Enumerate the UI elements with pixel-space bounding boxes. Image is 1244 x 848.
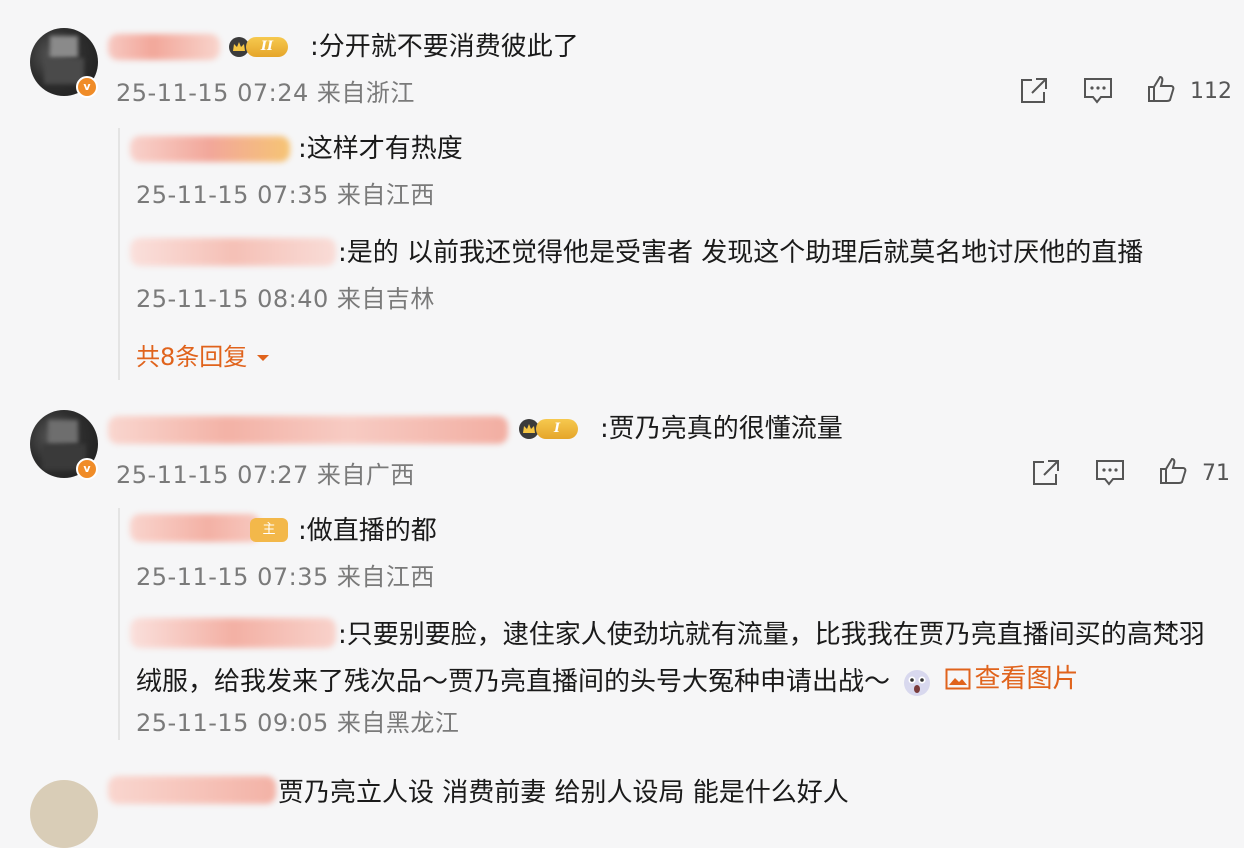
comment-text: :贾乃亮真的很懂流量 [600,414,843,444]
username-blurred[interactable] [108,416,508,444]
avatar[interactable] [30,780,98,848]
emoji-icon [904,669,931,696]
reply-text: :是的 以前我还觉得他是受害者 发现这个助理后就莫名地讨厌他的直播 [338,238,1144,268]
reply-text: :做直播的都 [298,516,437,546]
reply-username-blurred[interactable] [130,238,336,266]
comment-icon[interactable] [1082,76,1114,106]
reply-username-blurred[interactable] [130,618,336,648]
more-replies-label: 共8条回复 [136,343,248,371]
view-more-replies[interactable]: 共8条回复 [136,342,271,372]
comment-text: :分开就不要消费彼此了 [310,32,579,62]
username-blurred[interactable] [108,34,220,60]
member-level: II [246,37,288,57]
reply-username-blurred[interactable] [130,514,260,542]
verified-badge: v [76,458,98,480]
like-icon[interactable] [1146,74,1176,104]
reply-meta: 25-11-15 07:35 来自江西 [136,181,435,209]
view-image-link[interactable]: 查看图片 [941,662,1079,696]
comment-icon[interactable] [1094,458,1126,488]
reply-rail [118,128,120,380]
reply-rail [118,508,120,740]
member-level: I [536,419,578,439]
reply-badge: 主 [250,518,288,542]
share-icon[interactable] [1030,458,1062,488]
reply-username-blurred[interactable] [130,136,290,162]
comment-text: 贾乃亮立人设 消费前妻 给别人设局 能是什么好人 [278,778,849,808]
comment-meta: 25-11-15 07:24 来自浙江 [116,79,415,107]
verified-badge: v [76,76,98,98]
member-badge: II [228,34,288,60]
comment-meta: 25-11-15 07:27 来自广西 [116,461,415,489]
reply-meta: 25-11-15 07:35 来自江西 [136,563,435,591]
reply-text-line2-content: 绒服，给我发来了残次品～贾乃亮直播间的头号大冤种申请出战～ [136,667,891,697]
reply-text-line2: 绒服，给我发来了残次品～贾乃亮直播间的头号大冤种申请出战～ 查看图片 [136,662,1079,699]
like-icon[interactable] [1158,456,1188,486]
view-image-label: 查看图片 [974,664,1079,694]
reply-meta: 25-11-15 09:05 来自黑龙江 [136,709,460,737]
reply-text: :这样才有热度 [298,134,463,164]
chevron-down-icon [256,355,269,361]
image-icon [945,668,971,690]
like-count: 71 [1202,461,1230,486]
like-count: 112 [1190,79,1232,104]
reply-meta: 25-11-15 08:40 来自吉林 [136,285,435,313]
member-badge: I [518,416,578,442]
share-icon[interactable] [1018,76,1050,106]
reply-text-line1: :只要别要脸，逮住家人使劲坑就有流量，比我我在贾乃亮直播间买的高梵羽 [338,620,1205,650]
